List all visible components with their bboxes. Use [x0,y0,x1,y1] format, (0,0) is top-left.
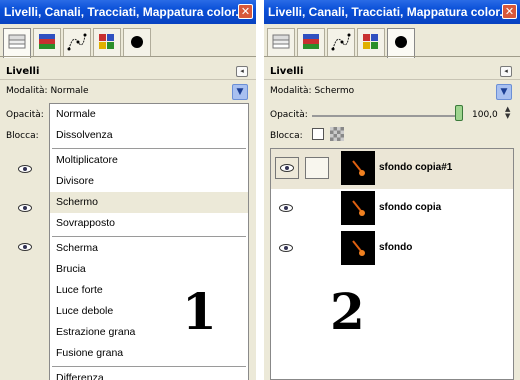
section-title: Livelli [270,66,304,77]
menu-arrow-icon[interactable]: ◂ [500,66,512,77]
close-icon[interactable]: ✕ [502,4,517,19]
layers-tab-icon[interactable] [267,28,295,56]
brush-tab-icon[interactable] [387,28,415,58]
eye-icon[interactable] [280,164,294,172]
mode-option-sovrapposto[interactable]: Sovrapposto [50,213,248,234]
divider [264,79,520,80]
palette-tab-icon[interactable] [357,28,385,56]
chevron-down-icon[interactable]: ▼ [496,84,512,100]
layer-thumbnail [341,151,375,185]
divider [0,79,256,80]
eye-icon[interactable] [18,243,32,251]
menu-separator [52,148,246,149]
opacity-value[interactable]: 100,0 [472,110,498,120]
opacity-slider-handle[interactable] [455,105,463,121]
layers-dialog-1: Livelli, Canali, Tracciati, Mappatura co… [0,0,256,380]
mode-option-dissolvenza[interactable]: Dissolvenza [50,125,248,146]
tab-divider [264,56,520,57]
panel-gap [256,0,264,380]
paths-tab-icon[interactable] [327,28,355,56]
section-title: Livelli [6,66,40,77]
modalita-value[interactable]: Normale [50,86,88,96]
mode-option-brucia[interactable]: Brucia [50,259,248,280]
blend-mode-dropdown: Normale Dissolvenza Moltiplicatore Divis… [49,103,249,380]
window-title: Livelli, Canali, Tracciati, Mappatura co… [264,0,520,24]
mode-option-estrazione-grana[interactable]: Estrazione grana [50,322,248,343]
menu-arrow-icon[interactable]: ◂ [236,66,248,77]
panel-marker-1: 1 [182,282,217,341]
paths-tab-icon[interactable] [63,28,91,56]
modalita-label-text: Modalità: [6,86,48,96]
layer-name[interactable]: sfondo [379,242,412,253]
panel-marker-2: 2 [330,282,365,341]
palette-tab-icon[interactable] [93,28,121,56]
modalita-value[interactable]: Schermo [314,86,354,96]
layer-row[interactable]: sfondo copia [271,189,513,229]
layer-thumbnail [341,231,375,265]
layer-name[interactable]: sfondo copia [379,202,441,213]
window-title: Livelli, Canali, Tracciati, Mappatura co… [0,0,256,24]
eye-icon[interactable] [279,204,293,212]
layer-row[interactable]: sfondo [271,229,513,269]
mode-option-divisore[interactable]: Divisore [50,171,248,192]
stepper-icon[interactable]: ▲ ▼ [505,106,510,120]
layer-name[interactable]: sfondo copia#1 [379,162,452,173]
lock-pixels-checkbox[interactable] [312,128,324,140]
eye-icon[interactable] [18,204,32,212]
layers-tab-icon[interactable] [3,28,31,58]
window-title-text: Livelli, Canali, Tracciati, Mappatura co… [268,5,510,19]
mode-option-differenza[interactable]: Differenza [50,368,248,380]
opacita-label: Opacità: [6,110,44,120]
channels-tab-icon[interactable] [33,28,61,56]
layer-row[interactable]: sfondo copia#1 [271,149,513,189]
chain-cell[interactable] [305,157,329,179]
opacity-slider-track[interactable] [312,115,460,117]
window-title-text: Livelli, Canali, Tracciati, Mappatura co… [4,5,246,19]
layers-dialog-2: Livelli, Canali, Tracciati, Mappatura co… [264,0,520,380]
channels-tab-icon[interactable] [297,28,325,56]
layer-list: sfondo copia#1 sfondo copia sfondo [270,148,514,380]
mode-option-luce-debole[interactable]: Luce debole [50,301,248,322]
menu-separator [52,366,246,367]
opacita-label: Opacità: [270,110,308,120]
mode-option-fusione-grana[interactable]: Fusione grana [50,343,248,364]
blocca-label: Blocca: [270,131,303,141]
brush-tab-icon[interactable] [123,28,151,56]
chevron-down-icon[interactable]: ▼ [232,84,248,100]
mode-option-moltiplicatore[interactable]: Moltiplicatore [50,150,248,171]
eye-icon[interactable] [279,244,293,252]
modalita-label: Modalità: Schermo [270,86,354,96]
eye-icon[interactable] [18,165,32,173]
alpha-lock-icon[interactable] [330,127,344,141]
mode-option-normale[interactable]: Normale [50,104,248,125]
mode-option-scherma[interactable]: Scherma [50,238,248,259]
visibility-cell[interactable] [275,157,299,179]
close-icon[interactable]: ✕ [238,4,253,19]
modalita-label: Modalità: Normale [6,86,89,96]
menu-separator [52,236,246,237]
layer-thumbnail [341,191,375,225]
tab-divider [0,56,256,57]
mode-option-schermo[interactable]: Schermo [50,192,248,213]
mode-option-luce-forte[interactable]: Luce forte [50,280,248,301]
modalita-label-text: Modalità: [270,86,312,96]
blocca-label: Blocca: [6,131,39,141]
